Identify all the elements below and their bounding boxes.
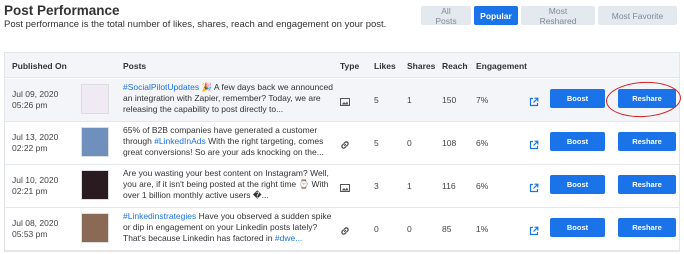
- col-published: Published On: [12, 61, 67, 71]
- likes-count: 5: [374, 138, 379, 148]
- reach-count: 116: [442, 181, 456, 191]
- post-text: Are you wasting your best content on Ins…: [123, 168, 333, 201]
- post-date: Jul 13, 2020 02:22 pm: [12, 132, 58, 154]
- post-date-day: Jul 13, 2020: [12, 132, 59, 142]
- hashtag-link[interactable]: #Linkedinstrategies: [123, 211, 196, 221]
- post-text: 65% of B2B companies have generated a cu…: [123, 125, 333, 158]
- reach-count: 85: [442, 224, 452, 234]
- page-title: Post Performance: [4, 3, 120, 18]
- likes-count: 0: [374, 224, 379, 234]
- reshare-button[interactable]: Reshare: [618, 132, 676, 151]
- hashtag-link[interactable]: #dwe...: [275, 233, 302, 243]
- post-date-day: Jul 09, 2020: [12, 89, 59, 99]
- col-likes: Likes: [374, 61, 396, 71]
- boost-button[interactable]: Boost: [550, 175, 605, 194]
- link-icon: [340, 223, 350, 235]
- engagement-rate: 7%: [476, 95, 489, 105]
- likes-count: 3: [374, 181, 379, 191]
- hashtag-link[interactable]: #LinkedInAds: [154, 136, 206, 146]
- boost-button[interactable]: Boost: [550, 89, 605, 108]
- shares-count: 1: [407, 95, 412, 105]
- external-link-icon[interactable]: [529, 137, 539, 150]
- table-header: Published On Posts Type Likes Shares Rea…: [5, 53, 679, 78]
- post-date-day: Jul 10, 2020: [12, 175, 59, 185]
- page-subtitle: Post performance is the total number of …: [4, 19, 387, 30]
- filter-popular[interactable]: Popular: [474, 6, 518, 25]
- external-link-icon[interactable]: [529, 180, 539, 193]
- table-row: Jul 08, 2020 05:53 pm #Linkedinstrategies …: [5, 208, 679, 251]
- post-date: Jul 09, 2020 05:26 pm: [12, 89, 58, 111]
- col-engagement: Engagement: [476, 61, 528, 71]
- image-icon: [340, 180, 350, 192]
- filter-most-reshared[interactable]: Most Reshared: [521, 6, 595, 26]
- shares-count: 0: [407, 224, 412, 234]
- reach-count: 150: [442, 95, 457, 105]
- post-thumbnail[interactable]: [81, 213, 109, 243]
- post-text: #Linkedinstrategies Have you observed a …: [123, 211, 333, 244]
- link-icon: [340, 137, 350, 149]
- engagement-rate: 1%: [476, 224, 489, 234]
- table-row: Jul 10, 2020 02:21 pm Are you wasting your…: [5, 165, 679, 208]
- boost-button[interactable]: Boost: [550, 218, 605, 237]
- post-thumbnail[interactable]: [81, 127, 109, 157]
- filter-most-favorite[interactable]: Most Favorite: [598, 6, 677, 25]
- image-icon: [340, 94, 350, 106]
- likes-count: 5: [374, 95, 379, 105]
- table-row: Jul 09, 2020 05:26 pm #SocialPilotUpdates …: [5, 79, 679, 122]
- engagement-rate: 6%: [476, 138, 489, 148]
- post-date-time: 05:53 pm: [12, 229, 48, 239]
- col-reach: Reach: [442, 61, 468, 71]
- col-posts: Posts: [123, 61, 147, 71]
- post-thumbnail[interactable]: [81, 170, 109, 200]
- external-link-icon[interactable]: [529, 223, 539, 236]
- reach-count: 108: [442, 138, 457, 148]
- shares-count: 0: [407, 138, 412, 148]
- post-date: Jul 08, 2020 05:53 pm: [12, 218, 58, 240]
- col-shares: Shares: [407, 61, 436, 71]
- reshare-button[interactable]: Reshare: [618, 175, 676, 194]
- external-link-icon[interactable]: [529, 94, 539, 107]
- post-date-time: 05:26 pm: [12, 100, 48, 110]
- reshare-button[interactable]: Reshare: [618, 218, 676, 237]
- filter-all-posts[interactable]: All Posts: [421, 6, 471, 26]
- col-type: Type: [340, 61, 360, 71]
- engagement-rate: 6%: [476, 181, 489, 191]
- shares-count: 1: [407, 181, 412, 191]
- table-row: Jul 13, 2020 02:22 pm 65% of B2B companies…: [5, 122, 679, 165]
- hashtag-link[interactable]: #SocialPilotUpdates: [123, 82, 199, 92]
- post-date: Jul 10, 2020 02:21 pm: [12, 175, 58, 197]
- post-date-time: 02:21 pm: [12, 186, 48, 196]
- post-date-time: 02:22 pm: [12, 143, 48, 153]
- filter-bar: All Posts Popular Most Reshared Most Fav…: [421, 6, 677, 26]
- boost-button[interactable]: Boost: [550, 132, 605, 151]
- posts-table: Published On Posts Type Likes Shares Rea…: [4, 52, 680, 252]
- post-date-day: Jul 08, 2020: [12, 218, 59, 228]
- post-text: #SocialPilotUpdates 🎉 A few days back we…: [123, 82, 333, 115]
- post-thumbnail[interactable]: [81, 84, 109, 114]
- post-text-segment: Are you wasting your best content on Ins…: [123, 168, 329, 200]
